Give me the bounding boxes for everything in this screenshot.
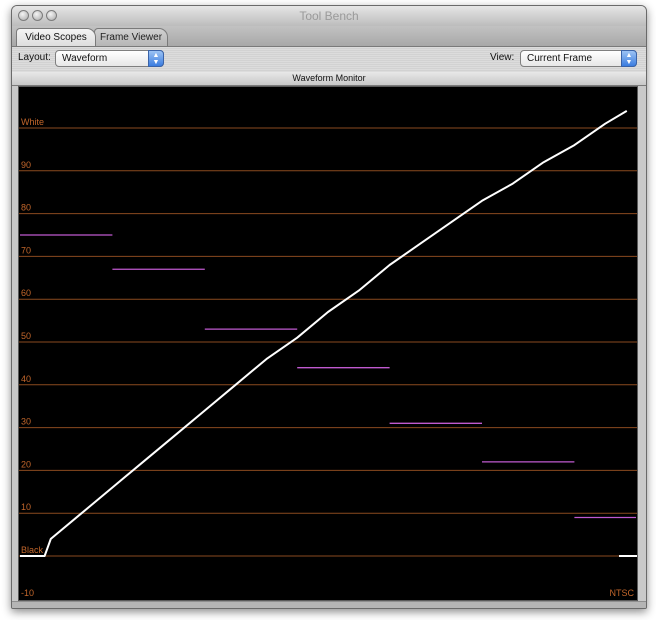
tab-strip: Video Scopes Frame Viewer <box>12 26 646 64</box>
ire-tick-label: 20 <box>21 459 31 469</box>
layout-popup-value: Waveform <box>62 53 108 64</box>
layout-popup[interactable]: Waveform ▲ ▼ <box>55 50 164 67</box>
title-bar[interactable]: Tool Bench <box>12 6 646 27</box>
ire-tick-label: -10 <box>21 588 34 598</box>
panel-title: Waveform Monitor <box>12 72 646 86</box>
waveform-trace <box>20 110 628 557</box>
ire-tick-label: Black <box>21 545 44 555</box>
ire-tick-label: 50 <box>21 331 31 341</box>
waveform-graph: White 90 80 70 60 50 40 30 20 10 Black -10 NTSC <box>19 110 637 598</box>
tool-bench-window: Tool Bench Video Scopes Frame Viewer Lay… <box>11 5 647 609</box>
waveform-monitor: White 90 80 70 60 50 40 30 20 10 Black -10 NTSC <box>18 86 638 601</box>
window-title: Tool Bench <box>299 9 359 23</box>
layout-label: Layout: <box>18 52 51 63</box>
popup-arrows-icon: ▲ ▼ <box>621 50 637 67</box>
scope-controls-bar: Layout: Waveform ▲ ▼ View: Current Frame … <box>12 47 646 73</box>
tab-video-scopes[interactable]: Video Scopes <box>16 28 96 46</box>
popup-arrows-icon: ▲ ▼ <box>148 50 164 67</box>
ire-tick-label: 90 <box>21 160 31 170</box>
ire-tick-label: White <box>21 117 44 127</box>
ire-tick-label: 60 <box>21 288 31 298</box>
ire-tick-label: 80 <box>21 203 31 213</box>
view-popup-value: Current Frame <box>527 53 593 64</box>
window-bottom-edge <box>12 601 646 608</box>
tab-frame-viewer[interactable]: Frame Viewer <box>94 28 168 46</box>
ire-tick-label: 70 <box>21 245 31 255</box>
view-label: View: <box>490 52 515 63</box>
ire-tick-label: 40 <box>21 374 31 384</box>
ire-tick-label: 10 <box>21 502 31 512</box>
ire-tick-label: 30 <box>21 417 31 427</box>
view-popup[interactable]: Current Frame ▲ ▼ <box>520 50 637 67</box>
video-standard-label: NTSC <box>610 588 635 598</box>
